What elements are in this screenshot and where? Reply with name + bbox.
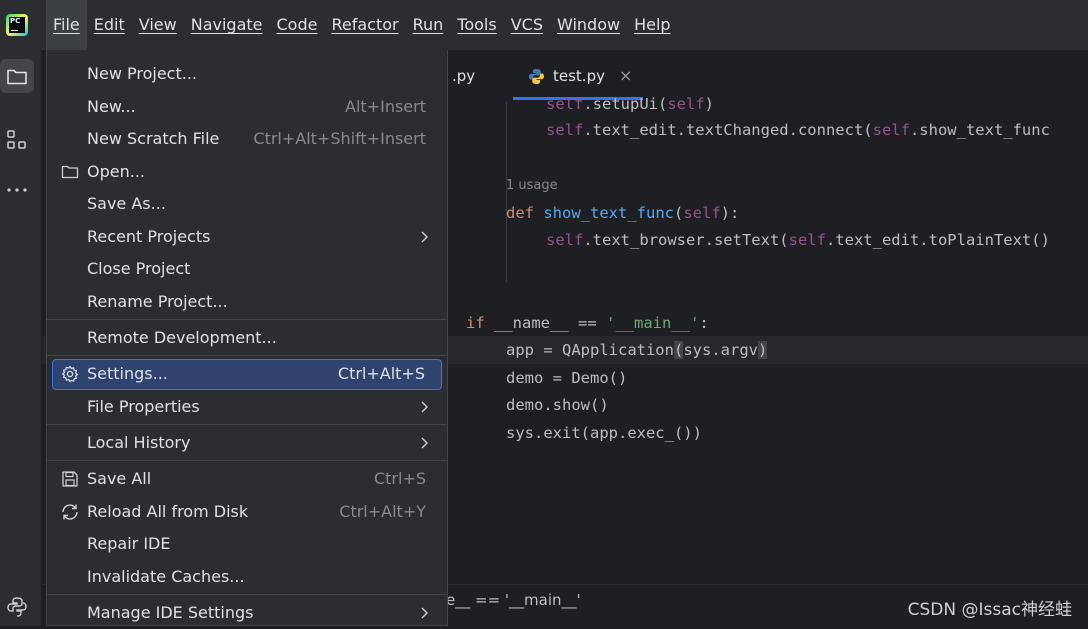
- gear-icon: [62, 365, 78, 383]
- menu-item-label: Recent Projects: [87, 227, 211, 246]
- folder-icon: [61, 165, 79, 179]
- menu-item-save-all[interactable]: Save All Ctrl+S: [52, 464, 442, 495]
- python-file-icon: [529, 69, 544, 84]
- menu-item-new-scratch-file[interactable]: New Scratch File Ctrl+Alt+Shift+Insert: [52, 124, 442, 155]
- menu-separator: [47, 355, 447, 356]
- file-menu-dropdown: New Project... New... Alt+Insert New Scr…: [46, 50, 448, 626]
- structure-icon[interactable]: [0, 123, 34, 157]
- code-line: self.setupUi(self): [546, 95, 714, 113]
- menu-item-label: Close Project: [87, 259, 191, 278]
- usage-hint[interactable]: 1 usage: [506, 178, 558, 193]
- code-line: if __name__ == '__main__':: [466, 314, 709, 332]
- project-folder-icon[interactable]: [0, 59, 34, 93]
- menu-item-label: New Scratch File: [87, 129, 220, 148]
- chevron-right-icon: [421, 437, 428, 449]
- pycharm-logo: PC: [6, 14, 28, 36]
- tab-partial-label: .py: [452, 67, 476, 85]
- menu-help[interactable]: Help: [627, 0, 677, 50]
- menu-item-file-properties[interactable]: File Properties: [52, 392, 442, 423]
- menu-separator: [47, 319, 447, 320]
- python-console-icon[interactable]: [0, 590, 34, 624]
- menu-item-label: Remote Development...: [87, 328, 277, 347]
- menu-item-label: Rename Project...: [87, 292, 228, 311]
- tab-partial[interactable]: .py: [452, 50, 475, 102]
- menu-separator: [47, 424, 447, 425]
- menu-item-label: Local History: [87, 433, 191, 452]
- menu-item-repair-ide[interactable]: Repair IDE: [52, 529, 442, 560]
- code-line: self.text_browser.setText(self.text_edit…: [546, 231, 1050, 249]
- menu-item-shortcut: Ctrl+S: [373, 469, 426, 488]
- menu-item-label: Reload All from Disk: [87, 502, 249, 521]
- menu-item-recent-projects[interactable]: Recent Projects: [52, 222, 442, 253]
- code-line: demo.show(): [506, 396, 609, 414]
- menu-item-new[interactable]: New... Alt+Insert: [52, 92, 442, 123]
- menu-item-settings[interactable]: Settings... Ctrl+Alt+S: [52, 359, 442, 390]
- reload-icon: [62, 504, 78, 520]
- menu-edit[interactable]: Edit: [87, 0, 132, 50]
- menu-item-shortcut: Ctrl+Alt+Shift+Insert: [253, 129, 426, 148]
- menu-item-label: Invalidate Caches...: [87, 567, 245, 586]
- breadcrumb[interactable]: e__ == '__main__': [446, 591, 581, 609]
- code-line: self.text_edit.textChanged.connect(self.…: [546, 121, 1050, 139]
- menu-tools[interactable]: Tools: [450, 0, 503, 50]
- chevron-right-icon: [421, 607, 428, 619]
- menu-navigate[interactable]: Navigate: [184, 0, 270, 50]
- main-menu-bar: PC File Edit View Navigate Code Refactor…: [0, 0, 1088, 50]
- menu-item-label: File Properties: [87, 397, 200, 416]
- menu-item-shortcut: Ctrl+Alt+S: [337, 364, 425, 383]
- menu-code[interactable]: Code: [270, 0, 325, 50]
- menu-item-label: New Project...: [87, 64, 197, 83]
- menu-item-new-project[interactable]: New Project...: [52, 59, 442, 90]
- tab-test-py-label: test.py: [553, 67, 605, 85]
- menu-item-reload-all-from-disk[interactable]: Reload All from Disk Ctrl+Alt+Y: [52, 497, 442, 528]
- code-line: sys.exit(app.exec_()): [506, 424, 702, 442]
- code-line: app = QApplication(sys.argv): [506, 341, 768, 359]
- menu-refactor[interactable]: Refactor: [324, 0, 405, 50]
- menu-vcs[interactable]: VCS: [504, 0, 550, 50]
- menu-item-remote-development[interactable]: Remote Development...: [52, 323, 442, 354]
- more-icon[interactable]: [0, 173, 34, 207]
- menu-item-label: Save As...: [87, 194, 166, 213]
- menu-item-shortcut: Alt+Insert: [345, 97, 426, 116]
- chevron-right-icon: [421, 401, 428, 413]
- menu-item-manage-ide-settings[interactable]: Manage IDE Settings: [52, 598, 442, 629]
- menu-file[interactable]: File: [46, 0, 87, 50]
- menu-separator: [47, 460, 447, 461]
- menu-item-label: Manage IDE Settings: [87, 603, 254, 622]
- menu-item-shortcut: Ctrl+Alt+Y: [339, 502, 426, 521]
- menu-item-label: Save All: [87, 469, 152, 488]
- menu-separator: [47, 594, 447, 595]
- menu-item-label: New...: [87, 97, 136, 116]
- watermark: CSDN @Issac神经蛙: [907, 600, 1072, 620]
- menu-item-label: Repair IDE: [87, 534, 171, 553]
- save-icon: [62, 471, 78, 487]
- menu-item-save-as[interactable]: Save As...: [52, 189, 442, 220]
- menu-item-local-history[interactable]: Local History: [52, 428, 442, 459]
- chevron-right-icon: [421, 231, 428, 243]
- code-line: def show_text_func(self):: [506, 204, 740, 222]
- menu-window[interactable]: Window: [550, 0, 627, 50]
- left-tool-strip: [0, 50, 42, 626]
- menu-item-close-project[interactable]: Close Project: [52, 254, 442, 285]
- menu-item-open[interactable]: Open...: [52, 157, 442, 188]
- menu-item-label: Settings...: [87, 364, 168, 383]
- menu-view[interactable]: View: [132, 0, 184, 50]
- menu-item-invalidate-caches[interactable]: Invalidate Caches...: [52, 562, 442, 593]
- close-tab-icon[interactable]: ×: [619, 66, 632, 85]
- menu-run[interactable]: Run: [406, 0, 451, 50]
- menu-item-label: Open...: [87, 162, 145, 181]
- menu-item-rename-project[interactable]: Rename Project...: [52, 287, 442, 318]
- code-line: demo = Demo(): [506, 369, 628, 387]
